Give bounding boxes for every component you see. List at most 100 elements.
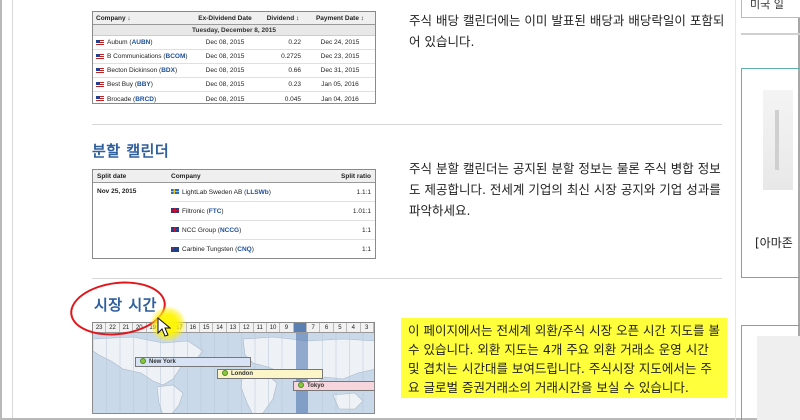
market-open-icon [140,358,146,364]
ticker-link[interactable]: BDX [161,67,175,74]
sidebar-ad-image-detail [775,110,779,170]
split-table-header: Split date Company Split ratio [93,170,375,183]
content-left-border [12,0,13,420]
dividend-cell: 0.2725 [281,53,301,60]
dividend-cell: 0.22 [288,39,301,46]
ex-date-cell: Dec 08, 2015 [205,95,245,103]
hour-label: 6 [320,323,334,332]
split-date-cell: Nov 25, 2015 [97,188,137,195]
market-bar-tokyo[interactable]: Tokyo [293,381,374,391]
split-rows: LightLab Sweden AB (LLSWb) 1.1:1 Filtron… [171,183,375,258]
col-company[interactable]: Company ↓ [93,15,189,22]
company-name: LightLab Sweden AB [182,188,243,196]
company-cell[interactable]: Best Buy (BBY) [93,81,189,88]
ticker-link[interactable]: CNQ [237,246,251,253]
company-cell[interactable]: Brocade (BRCD) [93,96,189,103]
table-row: Filtronic (FTC) 1.01:1 [171,202,375,221]
current-hour-marker: 8 [293,323,307,332]
ticker-link[interactable]: LLSWb [246,189,268,196]
us-flag-icon [96,67,104,73]
table-row: B Communications (BCOM) Dec 08, 2015 0.2… [93,50,375,64]
col-split-date: Split date [97,172,127,180]
company-cell[interactable]: Filtronic (FTC) [171,208,321,215]
market-bar-london[interactable]: London [217,369,323,379]
col-payment-date[interactable]: Payment Date ↕ [305,15,375,22]
pay-date-cell: Jan 04, 2016 [321,95,359,103]
dividend-cell: 0.045 [284,95,301,103]
market-hours-description: 이 페이지에서는 전세계 외환/주식 시장 오픈 시간 지도를 볼 수 있습니다… [401,318,727,398]
table-row: Carbine Tungsten (CNQ) 1:1 [171,240,375,258]
split-calendar-table: Split date Company Split ratio Nov 25, 2… [92,169,376,259]
market-open-icon [222,370,228,376]
uk-flag-icon [171,227,179,232]
hour-label: 11 [254,323,267,332]
hour-label: 15 [200,323,214,332]
col-ex-dividend-date[interactable]: Ex-Dividend Date [189,15,261,22]
company-name: Filtronic [182,207,205,215]
dividend-calendar-table: Company ↓ Ex-Dividend Date Dividend ↕ Pa… [92,11,376,104]
hour-label: 7 [307,323,321,332]
hour-label: 12 [240,323,254,332]
split-calendar-title[interactable]: 분할 캘린더 [92,140,169,161]
company-name: NCC Group [182,226,216,234]
ex-date-cell: Dec 08, 2015 [205,81,245,88]
company-name: Aubum [107,39,128,46]
hour-label: 14 [213,323,227,332]
dividend-cell: 0.66 [288,67,301,74]
col-split-ratio: Split ratio [341,172,371,180]
sidebar-ad-caption[interactable]: [아마존 [755,234,793,251]
market-label: New York [149,359,176,365]
pay-date-cell: Dec 23, 2015 [320,53,360,60]
split-ratio-cell: 1.1:1 [356,188,371,196]
right-sidebar: 미국 일 [아마존 [735,0,800,420]
split-description: 주식 분할 캘린더는 공지된 분할 정보는 물론 주식 병합 정보도 제공합니다… [409,161,721,218]
ticker-link[interactable]: BRCD [135,96,154,103]
us-flag-icon [96,81,104,87]
ticker-link[interactable]: BBY [137,81,151,88]
sidebar-top-label: 미국 일 [750,0,784,11]
company-cell[interactable]: B Communications (BCOM) [93,53,189,60]
pay-date-cell: Dec 31, 2015 [320,67,360,74]
ticker-link[interactable]: NCCG [220,227,239,234]
company-name: Best Buy [107,81,134,88]
hour-label: 4 [347,323,361,332]
market-label: London [231,371,253,377]
ticker-link[interactable]: AUBN [132,39,151,46]
table-row: Becton Dickinson (BDX) Dec 08, 2015 0.66… [93,64,375,78]
hour-label: 10 [267,323,281,332]
hour-label: 9 [280,323,294,332]
hour-label: 13 [227,323,241,332]
ex-date-cell: Dec 08, 2015 [205,39,245,46]
company-name: Brocade [107,95,132,103]
sidebar-ad-image-2[interactable] [757,336,800,420]
dividend-cell: 0.23 [288,81,301,88]
col-dividend[interactable]: Dividend ↕ [261,15,305,22]
company-cell[interactable]: Carbine Tungsten (CNQ) [171,246,321,253]
pay-date-cell: Jan 05, 2016 [321,81,359,88]
mouse-pointer-icon [157,317,171,337]
company-cell[interactable]: Becton Dickinson (BDX) [93,67,189,74]
table-row: Brocade (BRCD) Dec 08, 2015 0.045 Jan 04… [93,92,375,103]
ticker-link[interactable]: BCOM [166,53,186,60]
us-flag-icon [96,96,104,101]
split-table-body: Nov 25, 2015 LightLab Sweden AB (LLSWb) … [93,183,375,258]
company-cell[interactable]: LightLab Sweden AB (LLSWb) [171,189,321,196]
section-divider [92,278,722,279]
sidebar-top-tab[interactable]: 미국 일 [741,0,800,18]
table-row: Aubum (AUBN) Dec 08, 2015 0.22 Dec 24, 2… [93,36,375,50]
company-cell[interactable]: NCC Group (NCCG) [171,227,321,234]
sidebar-separator [735,0,736,420]
ticker-link[interactable]: FTC [209,208,222,215]
company-cell[interactable]: Aubum (AUBN) [93,39,189,46]
dividend-table-header: Company ↓ Ex-Dividend Date Dividend ↕ Pa… [93,12,375,25]
hour-label: 5 [334,323,348,332]
split-ratio-cell: 1:1 [361,226,371,234]
us-flag-icon [96,53,104,59]
market-open-icon [298,382,304,388]
market-hours-map[interactable]: 23 22 21 20 19 18 17 16 15 14 13 12 11 1… [92,322,375,414]
australia-flag-icon [171,246,179,252]
market-label: Tokyo [307,383,325,389]
sweden-flag-icon [171,189,179,194]
market-bar-new-york[interactable]: New York [135,357,251,367]
window-frame-left [0,0,2,420]
